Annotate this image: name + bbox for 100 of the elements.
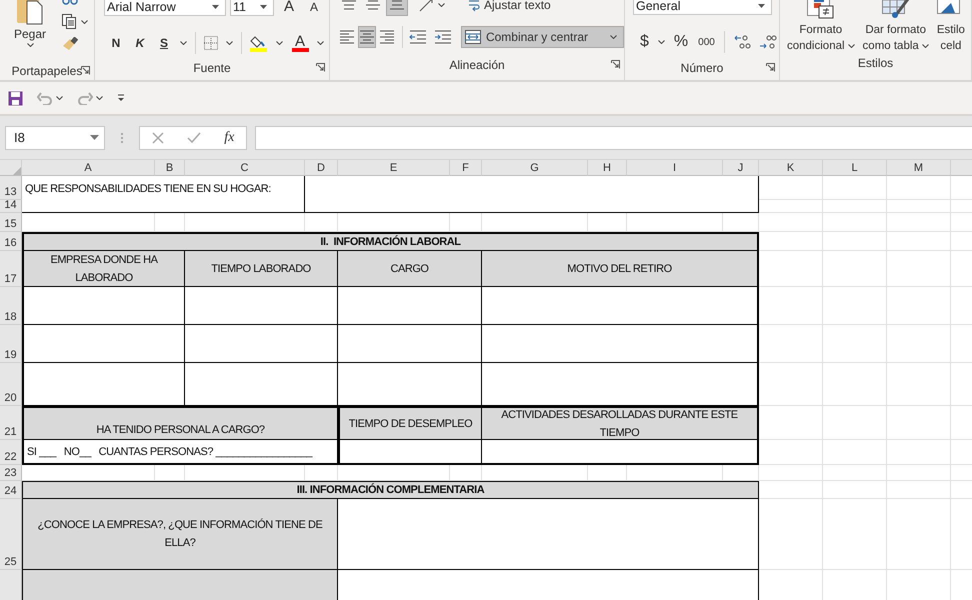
center-button[interactable] bbox=[358, 26, 376, 48]
empty-cell[interactable] bbox=[823, 406, 887, 440]
empty-cell[interactable] bbox=[887, 481, 951, 499]
row-header[interactable]: 24 bbox=[0, 481, 22, 499]
font-size-dropdown[interactable]: 11 bbox=[230, 0, 274, 16]
caret-icon[interactable] bbox=[438, 3, 445, 7]
empty-cell[interactable] bbox=[887, 440, 951, 465]
row-header[interactable]: 14 bbox=[0, 200, 22, 213]
empty-cell[interactable] bbox=[759, 213, 823, 232]
empty-cell[interactable] bbox=[887, 406, 951, 440]
save-icon[interactable] bbox=[8, 90, 23, 106]
column-header[interactable]: E bbox=[338, 160, 450, 176]
check-icon[interactable] bbox=[186, 132, 201, 144]
format-painter-icon[interactable] bbox=[62, 37, 78, 52]
caret-icon[interactable] bbox=[180, 41, 187, 45]
row-header[interactable]: 20 bbox=[0, 363, 22, 406]
caret-icon[interactable] bbox=[610, 35, 617, 39]
row-header[interactable]: 22 bbox=[0, 440, 22, 465]
caret-icon[interactable] bbox=[26, 43, 34, 47]
column-header[interactable]: J bbox=[723, 160, 759, 176]
row-header[interactable]: 21 bbox=[0, 406, 22, 440]
empty-cell[interactable] bbox=[887, 251, 951, 287]
column-header[interactable]: A bbox=[22, 160, 155, 176]
increase-decimal-icon[interactable] bbox=[732, 34, 751, 50]
caret-icon[interactable] bbox=[658, 40, 665, 44]
empty-cell[interactable] bbox=[887, 499, 951, 570]
conditional-formatting-button[interactable]: Formato condicional bbox=[786, 0, 856, 54]
empty-cell[interactable] bbox=[823, 481, 887, 499]
row-header[interactable]: 23 bbox=[0, 465, 22, 481]
drag-handle-icon[interactable] bbox=[121, 132, 123, 142]
empty-cell[interactable] bbox=[823, 200, 887, 213]
caret-icon[interactable] bbox=[226, 41, 233, 45]
underline-button[interactable]: S bbox=[156, 35, 172, 51]
row-header[interactable]: 16 bbox=[0, 232, 22, 251]
column-header[interactable]: C bbox=[185, 160, 305, 176]
bottom-align-button[interactable] bbox=[386, 0, 408, 16]
font-name-dropdown[interactable]: Arial Narrow bbox=[104, 0, 226, 16]
decrease-indent-icon[interactable] bbox=[408, 30, 427, 44]
row-header[interactable]: 13 bbox=[0, 176, 22, 200]
caret-icon[interactable] bbox=[96, 96, 103, 100]
dialog-launcher-icon[interactable] bbox=[316, 63, 325, 72]
column-header[interactable]: K bbox=[759, 160, 823, 176]
cell-styles-button[interactable]: Estilo celd bbox=[936, 0, 966, 54]
empty-cell[interactable] bbox=[823, 251, 887, 287]
increase-indent-icon[interactable] bbox=[434, 30, 452, 44]
dialog-launcher-icon[interactable] bbox=[81, 66, 90, 75]
row-header[interactable]: 17 bbox=[0, 251, 22, 287]
caret-icon[interactable] bbox=[81, 20, 88, 24]
dialog-launcher-icon[interactable] bbox=[611, 60, 620, 69]
decrease-decimal-icon[interactable] bbox=[758, 34, 777, 50]
empty-cell[interactable] bbox=[887, 213, 951, 232]
empty-cell[interactable] bbox=[887, 325, 951, 363]
empty-cell[interactable] bbox=[887, 200, 951, 213]
row-header[interactable] bbox=[0, 570, 22, 600]
paste-button[interactable]: Pegar bbox=[12, 0, 48, 62]
row-header[interactable]: 18 bbox=[0, 287, 22, 325]
cancel-icon[interactable] bbox=[152, 132, 164, 144]
column-header[interactable]: G bbox=[482, 160, 588, 176]
increase-font-size-button[interactable]: A bbox=[278, 0, 300, 16]
column-header[interactable]: M bbox=[887, 160, 951, 176]
fill-color-icon[interactable] bbox=[250, 34, 268, 52]
borders-icon[interactable] bbox=[204, 36, 218, 50]
name-box[interactable]: I8 bbox=[5, 126, 105, 150]
formula-input-field[interactable] bbox=[255, 126, 972, 150]
column-header[interactable]: D bbox=[305, 160, 338, 176]
number-format-dropdown[interactable]: General bbox=[633, 0, 772, 15]
insert-function-button[interactable]: fx bbox=[224, 130, 234, 146]
empty-cell[interactable] bbox=[823, 440, 887, 465]
empty-cell[interactable] bbox=[823, 287, 887, 325]
caret-icon[interactable] bbox=[56, 96, 63, 100]
merge-and-center-button[interactable]: Combinar y centrar bbox=[460, 26, 624, 48]
column-header[interactable]: L bbox=[823, 160, 887, 176]
italic-button[interactable]: K bbox=[132, 35, 148, 51]
empty-cell[interactable] bbox=[823, 232, 887, 251]
currency-button[interactable]: $ bbox=[639, 32, 650, 52]
row-header[interactable]: 19 bbox=[0, 325, 22, 363]
row-header[interactable]: 25 bbox=[0, 499, 22, 570]
empty-cell[interactable] bbox=[887, 232, 951, 251]
empty-cell[interactable] bbox=[823, 363, 887, 406]
empty-cell[interactable] bbox=[887, 363, 951, 406]
caret-icon[interactable] bbox=[276, 41, 283, 45]
empty-cell[interactable] bbox=[823, 465, 887, 481]
empty-cell[interactable] bbox=[823, 499, 887, 570]
decrease-font-size-button[interactable]: A bbox=[304, 0, 324, 14]
caret-icon[interactable] bbox=[848, 44, 855, 48]
font-color-button[interactable]: A bbox=[291, 34, 309, 52]
empty-cell[interactable] bbox=[823, 213, 887, 232]
caret-icon[interactable] bbox=[317, 41, 324, 45]
customize-toolbar-icon[interactable] bbox=[117, 94, 125, 102]
thousands-separator-button[interactable]: 000 bbox=[697, 36, 716, 48]
dialog-launcher-icon[interactable] bbox=[766, 63, 775, 72]
format-as-table-button[interactable]: Dar formato como tabla bbox=[862, 0, 930, 54]
empty-cell[interactable] bbox=[823, 325, 887, 363]
empty-cell[interactable] bbox=[887, 287, 951, 325]
column-header[interactable]: I bbox=[627, 160, 723, 176]
caret-icon[interactable] bbox=[922, 44, 929, 48]
column-header[interactable]: F bbox=[450, 160, 482, 176]
column-header[interactable]: B bbox=[155, 160, 185, 176]
row-header[interactable]: 15 bbox=[0, 213, 22, 232]
empty-cell[interactable] bbox=[759, 465, 823, 481]
